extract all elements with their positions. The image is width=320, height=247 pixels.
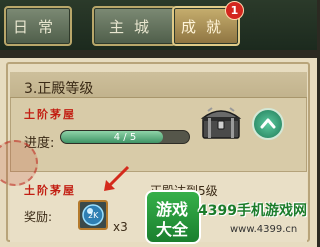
achievement-title: 土阶茅屋: [24, 108, 76, 121]
tab-main-city[interactable]: 主城: [92, 6, 176, 46]
reward-quantity: x3: [113, 220, 128, 234]
watermark-logo-bottom: 大全: [156, 220, 189, 239]
progress-text: 4 / 5: [113, 131, 137, 143]
reward-label: 奖励:: [24, 210, 53, 224]
achievement-screen: 日常 主城 成就 1 3.正殿等级 土阶茅屋 进度: 4 / 5 土阶茅屋 正殿…: [0, 0, 317, 247]
top-tab-bar: 日常 主城 成就 1: [0, 0, 317, 50]
reward-item-text: 2K: [88, 211, 99, 220]
watermark-site-name: 4399手机游戏网: [198, 203, 307, 219]
reward-achievement-title: 土阶茅屋: [24, 184, 76, 197]
section-heading: 3.正殿等级: [24, 81, 94, 97]
tab-daily[interactable]: 日常: [4, 6, 72, 46]
chevron-up-circle-icon: [260, 118, 276, 129]
pointer-arrow-icon: [104, 165, 130, 191]
progress-bar: 4 / 5: [60, 130, 190, 144]
upgrade-button[interactable]: [252, 108, 284, 140]
watermark-url: www.4399.cn: [230, 224, 298, 235]
reward-item-slot[interactable]: 2K: [78, 200, 108, 230]
watermark-logo: 游戏 大全: [145, 190, 201, 244]
notification-badge: 1: [225, 1, 244, 20]
treasure-chest-icon[interactable]: [200, 102, 242, 142]
